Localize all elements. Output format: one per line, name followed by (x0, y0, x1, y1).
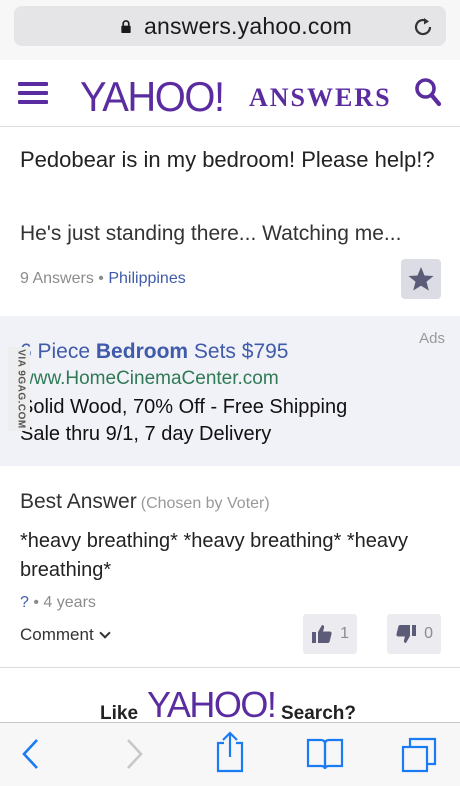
browser-toolbar (0, 722, 460, 786)
ad-url[interactable]: www.HomeCinemaCenter.com (20, 368, 279, 390)
thumbs-up-count: 1 (340, 625, 349, 642)
question-body: He's just standing there... Watching me.… (20, 222, 402, 245)
yahoo-logo[interactable]: YAHOO! (80, 73, 225, 121)
tabs-icon[interactable] (401, 737, 437, 773)
question-title: Pedobear is in my bedroom! Please help!? (20, 147, 435, 172)
lock-icon (121, 20, 131, 33)
thumbs-up-icon (312, 625, 332, 643)
forward-icon[interactable] (123, 737, 145, 771)
thumbs-up-button[interactable]: 1 (303, 614, 357, 654)
chosen-by-label: (Chosen by Voter) (140, 495, 270, 512)
section-divider (0, 667, 460, 668)
comment-button[interactable]: Comment (20, 625, 111, 645)
ads-label: Ads (419, 330, 445, 347)
site-header: YAHOO! ANSWERS (0, 60, 460, 127)
thumbs-down-count: 0 (424, 625, 433, 642)
promo-yahoo-logo: YAHOO! (147, 684, 277, 725)
question-meta: 9 Answers • Philippines (20, 270, 186, 288)
sponsored-ad[interactable]: Ads 6 Piece Bedroom Sets $795 www.HomeCi… (0, 316, 460, 466)
thumbs-down-icon (396, 625, 416, 643)
answers-wordmark[interactable]: ANSWERS (249, 83, 392, 113)
best-answer-text: *heavy breathing* *heavy breathing* *hea… (20, 530, 409, 581)
back-icon[interactable] (20, 737, 42, 771)
watermark: VIA 9GAG.COM (8, 347, 30, 431)
search-icon[interactable] (414, 77, 442, 107)
thumbs-down-button[interactable]: 0 (387, 614, 441, 654)
reload-icon[interactable] (412, 16, 434, 38)
ad-description-1: Solid Wood, 70% Off - Free Shipping (20, 396, 348, 418)
ad-description-2: Sale thru 9/1, 7 day Delivery (20, 423, 272, 445)
save-star-button[interactable] (401, 259, 441, 299)
answer-meta: ? • 4 years (20, 594, 96, 612)
search-promo[interactable]: Like YAHOO! Search? (0, 680, 460, 725)
menu-icon[interactable] (18, 82, 48, 104)
answer-author[interactable]: ? (20, 594, 29, 611)
meta-separator: • (98, 270, 104, 287)
ad-headline[interactable]: 6 Piece Bedroom Sets $795 (20, 340, 288, 364)
chevron-down-icon (99, 627, 111, 639)
answer-age: 4 years (43, 594, 96, 611)
question-title-block: Pedobear is in my bedroom! Please help!? (20, 145, 440, 174)
question-location[interactable]: Philippines (108, 270, 185, 287)
star-icon (408, 267, 434, 291)
browser-address-area: answers.yahoo.com (0, 0, 460, 60)
answer-count[interactable]: 9 Answers (20, 270, 94, 287)
address-bar[interactable]: answers.yahoo.com (14, 6, 446, 46)
meta-separator: • (33, 594, 39, 611)
best-answer-heading: Best Answer (Chosen by Voter) (20, 490, 270, 513)
url-text[interactable]: answers.yahoo.com (144, 13, 352, 40)
share-icon[interactable] (214, 731, 246, 773)
bookmarks-icon[interactable] (306, 737, 344, 771)
